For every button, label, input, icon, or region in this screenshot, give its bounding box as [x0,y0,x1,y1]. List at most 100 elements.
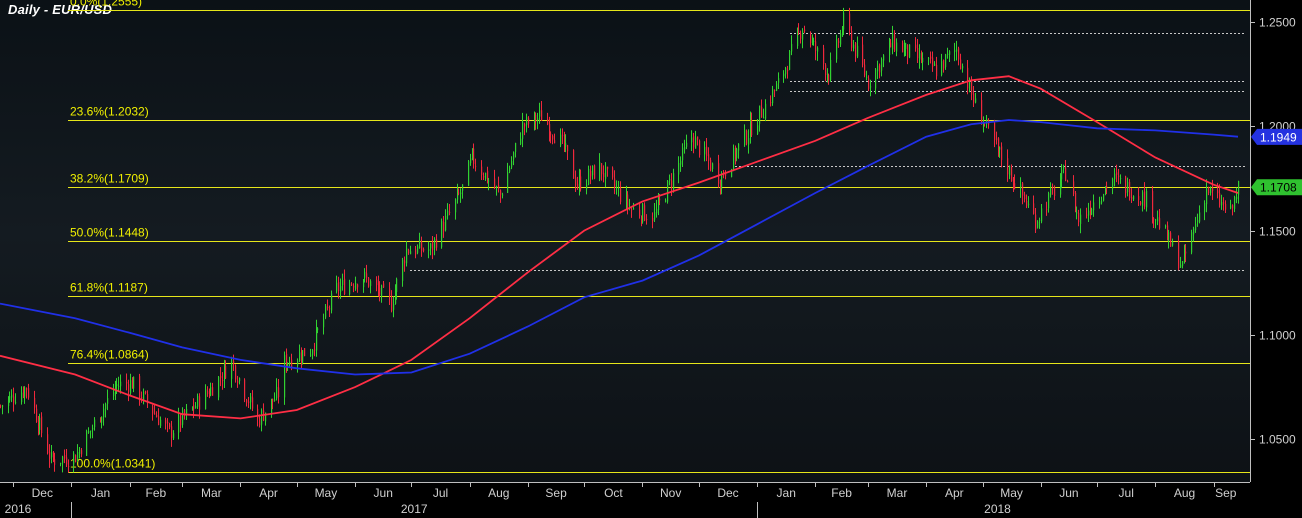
candle-body [633,208,635,210]
candle-body [1118,175,1120,177]
candle-body [133,376,135,389]
candle-body [644,205,646,221]
candle-body [599,161,601,180]
candle-body [526,117,528,126]
candle-body [128,384,130,392]
candle-body [368,277,370,287]
y-tick-label: 1.0500 [1259,433,1296,447]
candle-body [789,50,791,70]
candle-body [954,49,956,52]
candle-body [169,423,171,428]
x-month-label: Jun [1059,486,1078,500]
candle-body [252,397,254,409]
candle-body [1026,200,1028,207]
candle-body [94,419,96,428]
candle-body [522,121,524,139]
candle-body [552,135,554,140]
candle-body [802,30,804,40]
candle-body [77,451,79,461]
candle-body [917,48,919,59]
candle-body [1052,187,1054,189]
candle-body [1129,182,1131,199]
candle-body [945,54,947,68]
candle-body [1172,241,1174,246]
candle-body [947,53,949,55]
candle-body [145,391,147,394]
candle-body [810,32,812,43]
candle-body [725,174,727,176]
candle-body [967,67,969,89]
candle-body [975,98,977,103]
candle-body [314,349,316,351]
candle-body [237,380,239,383]
candle-body [13,396,15,403]
candle-body [60,462,62,464]
candle-body [673,173,675,190]
candle-body [706,146,708,157]
candle-body [879,64,881,73]
candle-body [748,138,750,145]
candle-body [620,188,622,202]
x-month-label: Feb [831,486,852,500]
candle-body [547,119,549,125]
candle-body [239,378,241,382]
candle-body [259,418,261,426]
candle-body [1048,193,1050,209]
candle-body [577,183,579,188]
candle-body [1046,209,1048,211]
x-month-label: Mar [201,486,222,500]
candle-body [1093,202,1095,211]
candle-body [406,248,408,264]
candle-body [1088,210,1090,216]
price-chart[interactable]: 0.0%(1.2555) 23.6%(1.2032) 38.2%(1.1709) 50… [0,0,1302,518]
candle-body [642,203,644,223]
candle-body [1180,264,1182,268]
candle-body [1155,219,1157,221]
candle-body [421,242,423,251]
candle-body [588,168,590,185]
candle-body [511,161,513,168]
candle-body [62,456,64,464]
candle-body [344,278,346,294]
candle-body [772,89,774,104]
candle-body [272,398,274,402]
candle-body [171,426,173,438]
candle-body [340,286,342,292]
candle-body [1217,190,1219,194]
candle-body [364,271,366,278]
candle-body [178,415,180,433]
candle-body [1153,218,1155,220]
candle-body [1223,202,1225,204]
candle-body [107,398,109,404]
candle-body [798,31,800,33]
candle-body [1050,188,1052,195]
candle-body [0,405,2,407]
candle-body [73,453,75,465]
candle-body [428,249,430,252]
candle-body [1182,261,1184,266]
x-month-label: Feb [146,486,167,500]
candle-body [507,171,509,193]
candle-body [473,148,475,164]
candle-body [143,391,145,401]
candle-body [958,48,960,60]
candle-body [862,44,864,65]
candle-body [500,190,502,195]
candle-body [684,147,686,150]
candle-body [408,249,410,254]
candle-body [423,249,425,251]
candle-body [79,449,81,454]
candle-body [537,118,539,121]
candle-body [156,414,158,418]
candle-body [973,93,975,103]
candle-body [278,387,280,398]
x-month-label: Aug [1174,486,1195,500]
candle-body [1073,181,1075,194]
fib-label: 50.0%(1.1448) [70,226,149,240]
candle-body [1195,223,1197,231]
candle-body [868,78,870,89]
candle-body [291,359,293,368]
candle-body [678,162,680,175]
candle-body [1219,193,1221,206]
candle-body [1221,201,1223,206]
